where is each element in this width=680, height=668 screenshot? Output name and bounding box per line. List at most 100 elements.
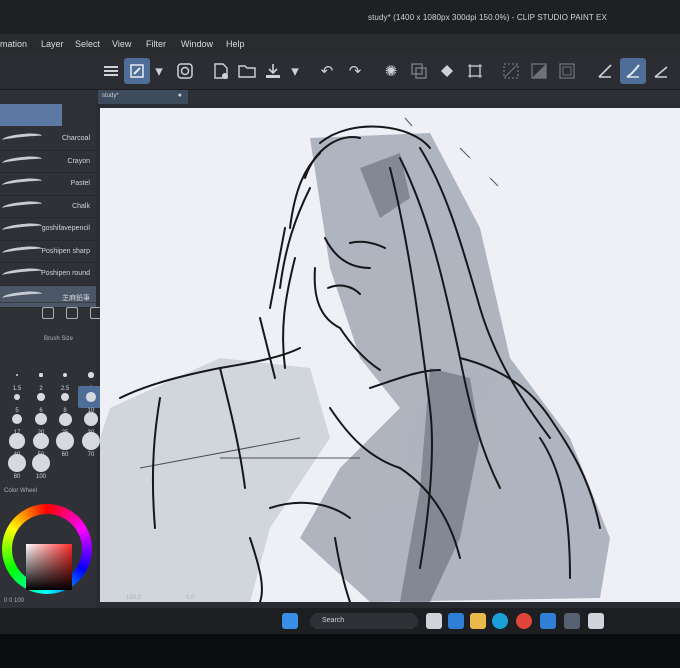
- menu-select[interactable]: Select: [75, 39, 100, 49]
- brush-size-dot: [32, 432, 50, 450]
- brush-item-goshifavepencil[interactable]: goshifavepencil: [0, 218, 96, 241]
- brush-item-poshipen-sharp[interactable]: Poshipen sharp: [0, 241, 96, 263]
- brush-name: 芝麻鉛筆: [62, 294, 90, 302]
- brush-item-pastel[interactable]: Pastel: [0, 173, 96, 196]
- status-bar: 150.0 0.0: [120, 594, 260, 604]
- brush-item-poshipen-round[interactable]: Poshipen round: [0, 263, 96, 286]
- brush-size-option[interactable]: 20: [28, 408, 54, 436]
- angle-value[interactable]: 0.0: [186, 595, 194, 601]
- brush-stroke-preview: [1, 244, 43, 257]
- dropdown-icon[interactable]: ▾: [150, 58, 168, 84]
- document-tabs: study* ●: [96, 90, 680, 104]
- brush-size-dot: [32, 454, 50, 472]
- saturation-value-square[interactable]: [26, 544, 72, 590]
- monitor-bezel: [0, 634, 680, 668]
- menu-window[interactable]: Window: [181, 39, 213, 49]
- brush-size-dot: [16, 374, 18, 376]
- brush-size-option[interactable]: 17: [4, 408, 30, 436]
- zoom-value[interactable]: 150.0: [126, 595, 141, 601]
- brush-size-option[interactable]: 100: [28, 452, 54, 480]
- color-wheel[interactable]: [2, 504, 92, 594]
- command-bar: ▾ ▾ ↶ ↷ ✺: [0, 54, 680, 90]
- invert-selection-icon[interactable]: [526, 58, 552, 84]
- menu-filter[interactable]: Filter: [146, 39, 166, 49]
- tab-study[interactable]: study* ●: [98, 90, 188, 104]
- brush-name: Pastel: [70, 180, 90, 187]
- undo-icon[interactable]: ↶: [314, 58, 340, 84]
- fill-icon[interactable]: [434, 58, 460, 84]
- save-icon[interactable]: [260, 58, 286, 84]
- brush-size-option[interactable]: 6: [28, 386, 54, 414]
- window-title: study* (1400 x 1080px 300dpi 150.0%) - C…: [368, 13, 607, 22]
- brush-size-dot: [88, 372, 94, 378]
- menu-animation[interactable]: mation: [0, 39, 27, 49]
- chrome-icon[interactable]: [516, 613, 532, 629]
- new-file-icon[interactable]: [208, 58, 234, 84]
- brush-item-crayon[interactable]: Crayon: [0, 151, 96, 173]
- menu-help[interactable]: Help: [226, 39, 245, 49]
- brush-size-option[interactable]: 80: [4, 452, 30, 480]
- brush-item-charcoal[interactable]: Charcoal: [0, 128, 96, 151]
- deselect-icon[interactable]: [498, 58, 524, 84]
- brush-size-dot: [86, 392, 96, 402]
- companion-icon[interactable]: [172, 58, 198, 84]
- store-icon[interactable]: [448, 613, 464, 629]
- brush-name: goshifavepencil: [41, 225, 90, 232]
- pen-tool-icon[interactable]: [124, 58, 150, 84]
- sketch-artwork: [100, 117, 610, 603]
- color-panel: Color Wheel 0 0 100: [0, 486, 104, 614]
- brush-size-option[interactable]: 25: [52, 408, 78, 436]
- taskbar-search[interactable]: Search: [310, 613, 418, 629]
- file-explorer-icon[interactable]: [470, 613, 486, 629]
- edge-icon[interactable]: [492, 613, 508, 629]
- brush-icon[interactable]: [620, 58, 646, 84]
- title-bar: study* (1400 x 1080px 300dpi 150.0%) - C…: [0, 0, 680, 34]
- brush-item-chalk[interactable]: Chalk: [0, 196, 96, 218]
- show-area-icon[interactable]: [554, 58, 580, 84]
- brush-name: Poshipen sharp: [41, 247, 90, 255]
- tab-study-label: study*: [102, 93, 119, 99]
- photos-icon[interactable]: [540, 613, 556, 629]
- brush-size-dot: [56, 432, 74, 450]
- loading-icon[interactable]: ✺: [378, 58, 404, 84]
- brush-size-label: Brush Size: [44, 336, 74, 342]
- close-dot-icon[interactable]: ●: [178, 92, 182, 99]
- line-alt-icon[interactable]: [648, 58, 674, 84]
- brush-size-dot: [83, 411, 99, 427]
- brush-size-option[interactable]: 2: [28, 364, 54, 392]
- brush-size-dot: [60, 392, 70, 402]
- drawing-canvas[interactable]: [100, 108, 680, 603]
- brush-stroke-preview: [1, 176, 43, 190]
- windows-start-icon[interactable]: [282, 613, 298, 629]
- clip-studio-icon[interactable]: [588, 613, 604, 629]
- save-subtool-icon[interactable]: [42, 307, 54, 319]
- brush-size-option[interactable]: 1.5: [4, 364, 30, 392]
- redo-icon[interactable]: ↷: [342, 58, 368, 84]
- brush-tools: [0, 302, 102, 324]
- brush-stroke-preview: [1, 199, 43, 212]
- brush-size-dot: [35, 413, 47, 425]
- menu-layer[interactable]: Layer: [41, 39, 64, 49]
- brush-size-value: 80: [13, 474, 21, 480]
- brush-size-option[interactable]: 5: [4, 386, 30, 414]
- task-view-icon[interactable]: [426, 613, 442, 629]
- brush-size-value: 70: [87, 452, 95, 458]
- open-folder-icon[interactable]: [234, 58, 260, 84]
- duplicate-icon[interactable]: [66, 307, 78, 319]
- brush-size-option[interactable]: 8: [52, 386, 78, 414]
- line-icon[interactable]: [592, 58, 618, 84]
- transform-icon[interactable]: [406, 58, 432, 84]
- brush-list: Charcoal Crayon Pastel Chalk goshifavepe…: [0, 128, 96, 308]
- brush-size-option[interactable]: 50: [28, 430, 54, 458]
- brush-size-option[interactable]: 60: [52, 430, 78, 458]
- crop-icon[interactable]: [462, 58, 488, 84]
- dropdown-icon[interactable]: ▾: [286, 58, 304, 84]
- brush-size-option[interactable]: 40: [4, 430, 30, 458]
- app-icon[interactable]: [564, 613, 580, 629]
- brush-size-option[interactable]: 2.5: [52, 364, 78, 392]
- menu-icon[interactable]: [98, 58, 124, 84]
- menu-view[interactable]: View: [112, 39, 131, 49]
- menu-bar: mation Layer Select View Filter Window H…: [0, 34, 680, 54]
- brush-size-value: 60: [61, 452, 69, 458]
- sub-tool-header: [0, 104, 62, 126]
